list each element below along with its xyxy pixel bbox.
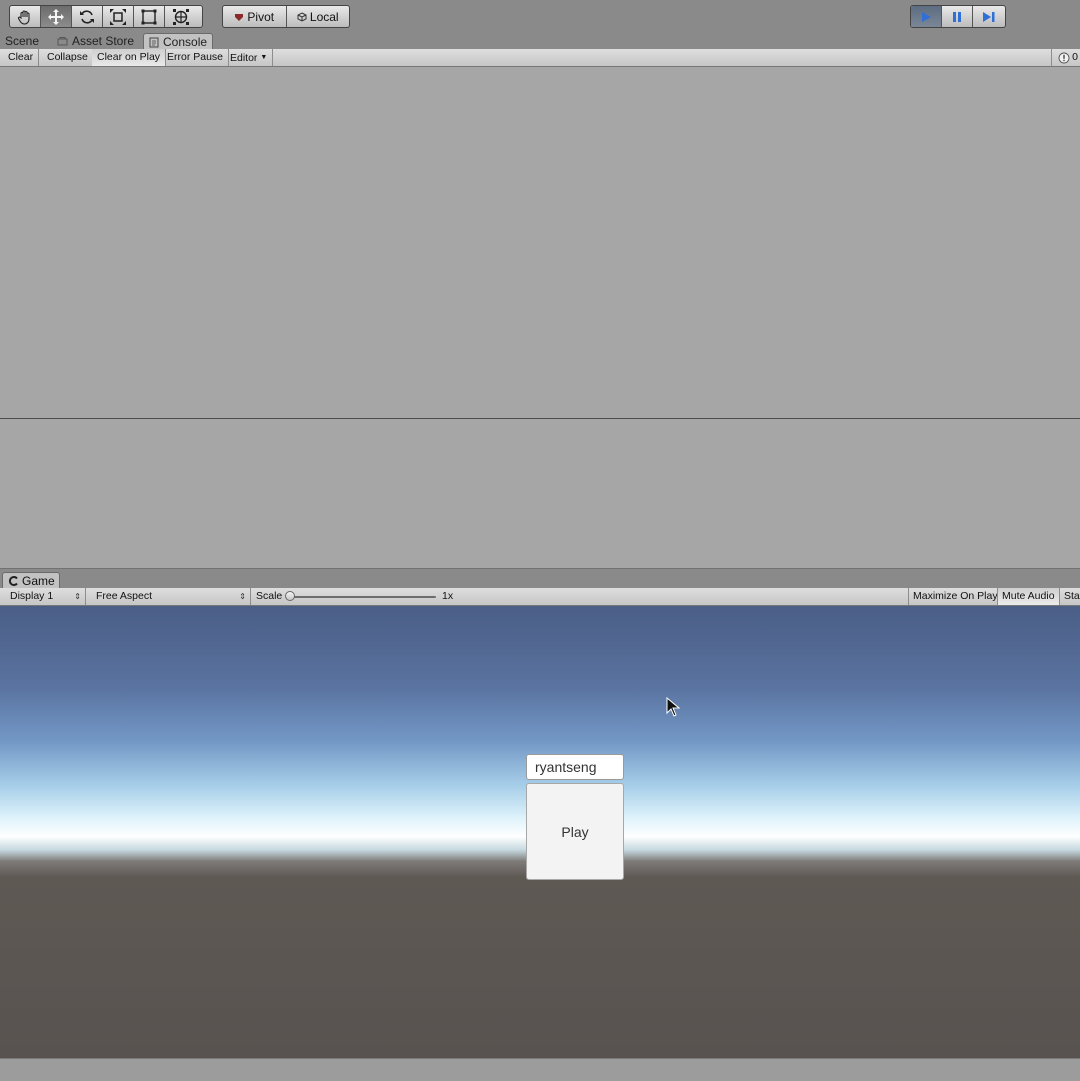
clear-on-play-button[interactable]: Clear on Play [92,49,167,66]
aspect-dropdown-label: Free Aspect [96,590,153,602]
play-game-button-label: Play [561,823,589,840]
error-count-label: 0 [1072,51,1078,63]
pause-button[interactable] [942,6,973,27]
rect-icon [141,9,157,24]
store-icon [57,37,68,46]
game-icon [9,576,18,586]
tab-scene-label: Scene [5,34,40,48]
player-name-input[interactable]: ryantseng [526,754,624,780]
error-count-toggle[interactable]: 0 [1051,49,1080,66]
editor-dropdown-label: Editor [230,52,258,64]
scale-slider-track[interactable] [290,596,436,598]
rect-tool-button[interactable] [134,6,165,27]
game-tab-strip: Game [0,568,1080,589]
move-icon [48,8,64,25]
console-toolbar: Clear Collapse Clear on Play Error Pause… [0,49,1080,67]
updown-arrow-icon: ⇕ [74,592,81,601]
console-detail-pane [0,419,1080,568]
pivot-button[interactable]: Pivot [223,6,287,27]
rotate-icon [80,9,94,24]
collapse-button[interactable]: Collapse [42,49,94,66]
cube-icon [297,11,307,22]
clear-button[interactable]: Clear [3,49,40,66]
step-icon [982,11,994,22]
mute-audio-button[interactable]: Mute Audio [997,588,1059,605]
tab-scene[interactable]: Scene [0,33,44,49]
display-dropdown-label: Display 1 [10,590,54,602]
tab-console-label: Console [163,35,208,49]
play-button-toolbar[interactable] [911,6,942,27]
tab-asset-store[interactable]: Asset Store [52,33,139,49]
status-bar [0,1058,1080,1081]
stats-button[interactable]: Stats [1059,588,1080,605]
rotate-tool-button[interactable] [72,6,103,27]
pivot-local-group: Pivot Local [222,5,350,28]
display-dropdown[interactable]: Display 1 ⇕ [0,588,86,605]
updown-arrow-icon: ⇕ [239,592,246,601]
tab-game-label: Game [22,574,55,588]
mouse-cursor-icon [666,697,680,717]
play-icon [922,11,931,22]
game-toolbar: Display 1 ⇕ Free Aspect ⇕ Scale 1x Maxim… [0,588,1080,606]
main-toolbar: Pivot Local [0,0,1080,33]
scale-value: 1x [442,590,454,602]
top-tab-strip: Scene Asset Store Console [0,32,1080,50]
error-pause-button[interactable]: Error Pause [162,49,230,66]
move-tool-button[interactable] [41,6,72,27]
local-label: Local [309,9,339,24]
pivot-label: Pivot [247,9,275,24]
transform-tools-group [9,5,203,28]
transform-tool-button[interactable] [165,6,196,27]
transform-icon [172,8,189,25]
tab-game[interactable]: Game [2,572,60,589]
local-button[interactable]: Local [287,6,350,27]
scale-tool-button[interactable] [103,6,134,27]
hand-tool-button[interactable] [10,6,41,27]
scale-slider-thumb[interactable] [285,591,295,601]
tab-asset-store-label: Asset Store [72,34,135,48]
hand-icon [17,9,30,25]
error-icon [1058,52,1070,63]
tab-console[interactable]: Console [143,33,214,50]
editor-dropdown[interactable]: Editor ▼ [225,49,274,66]
console-icon [149,37,159,47]
dropdown-arrow-icon: ▼ [260,54,268,61]
console-log-list[interactable] [0,67,1080,418]
pause-icon [953,11,961,22]
step-button[interactable] [973,6,1004,27]
scale-icon [110,8,126,25]
play-game-button[interactable]: Play [526,783,624,880]
aspect-dropdown[interactable]: Free Aspect ⇕ [86,588,251,605]
scale-label: Scale [256,590,283,602]
play-controls-group [910,5,1006,28]
maximize-on-play-button[interactable]: Maximize On Play [908,588,997,605]
pivot-icon [235,13,244,21]
